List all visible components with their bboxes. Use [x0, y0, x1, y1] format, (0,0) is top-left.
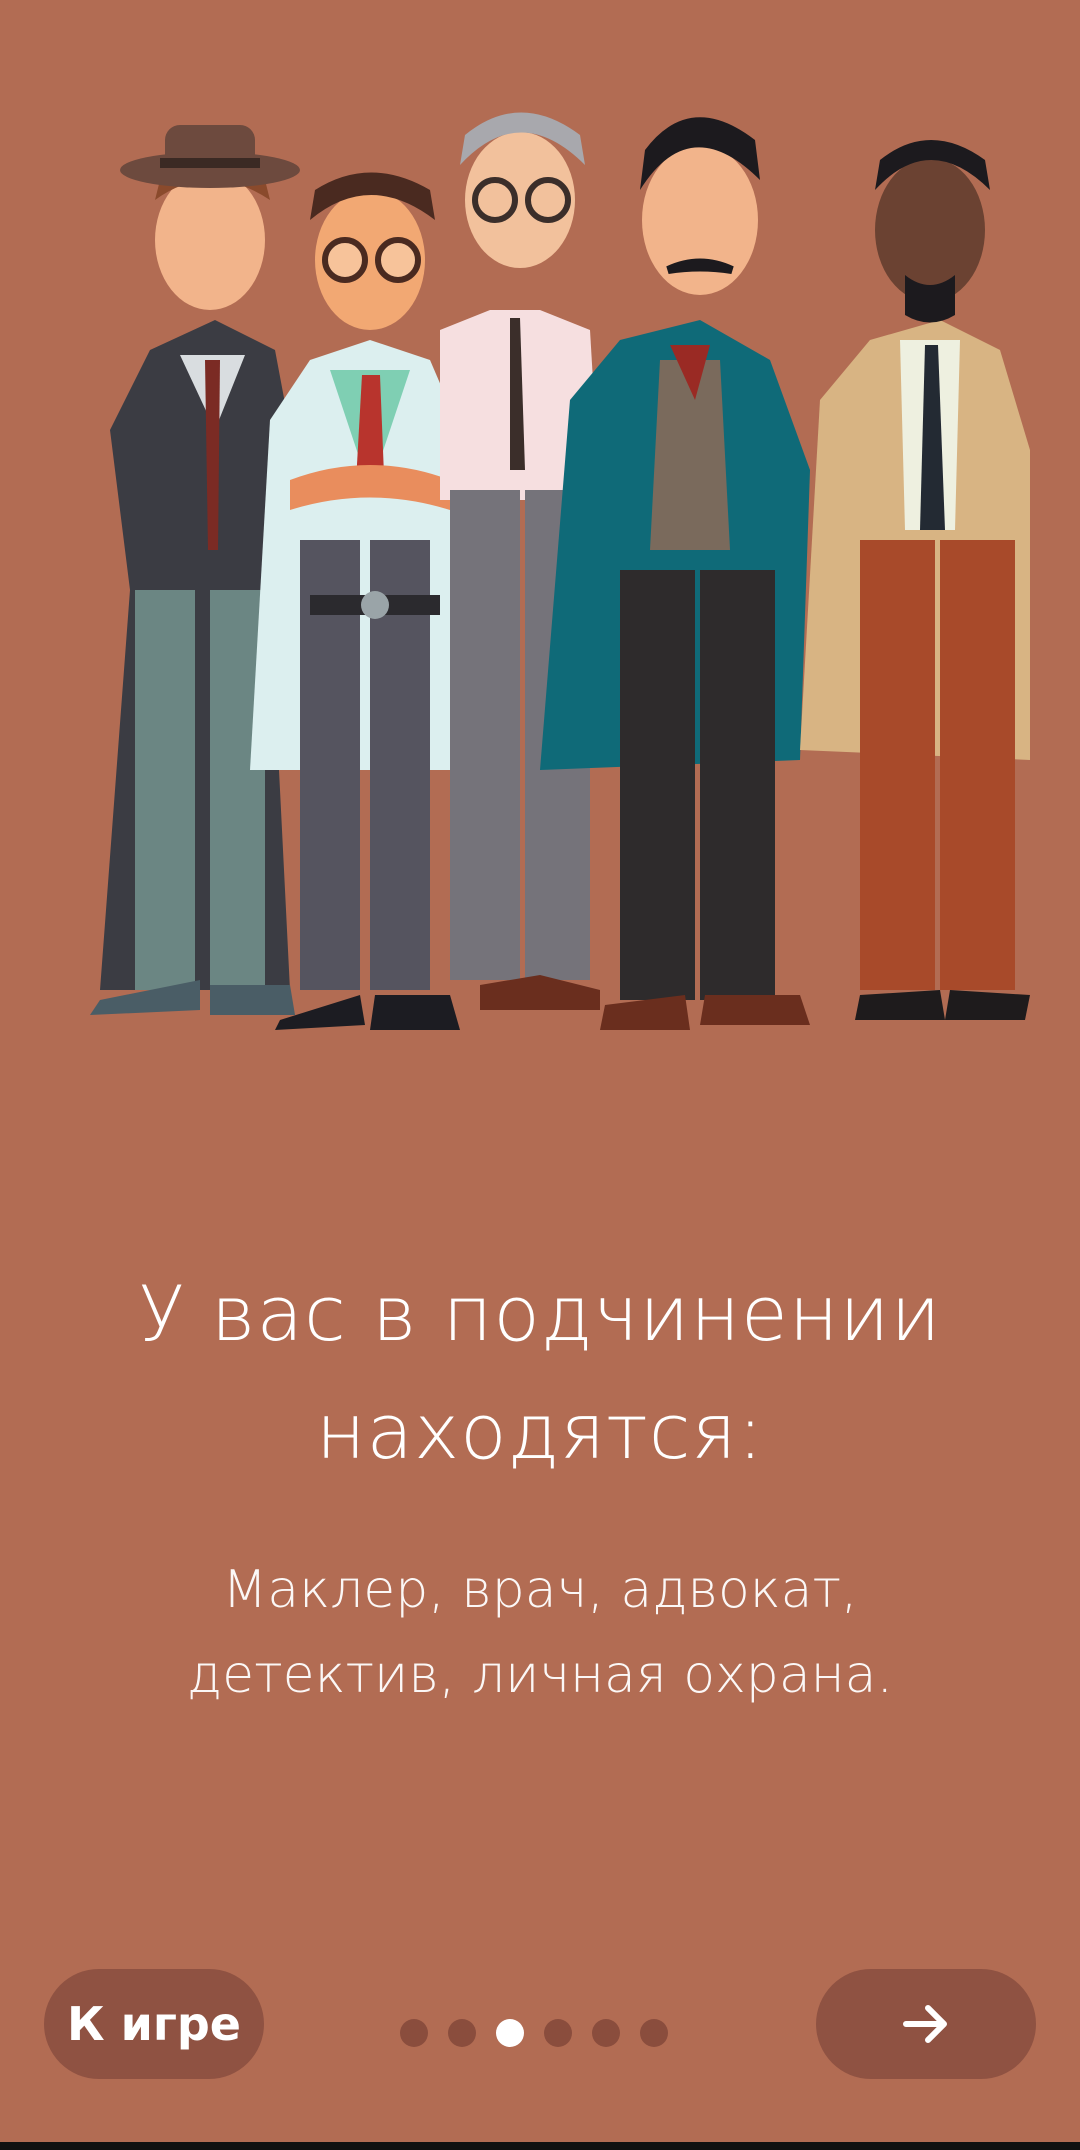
- subtitle-line-2: детектив, личная охрана.: [186, 1645, 894, 1705]
- page-dot-2[interactable]: [448, 2019, 476, 2047]
- title-line-1: У вас в подчинении: [138, 1269, 942, 1358]
- title-line-2: находятся:: [315, 1387, 765, 1476]
- to-game-button[interactable]: К игре: [44, 1969, 264, 2079]
- page-dot-1[interactable]: [400, 2019, 428, 2047]
- page-dot-4[interactable]: [544, 2019, 572, 2047]
- system-bottom-bar: [0, 2142, 1080, 2150]
- page-indicator: [400, 2018, 668, 2048]
- page-dot-6[interactable]: [640, 2019, 668, 2047]
- page-dot-5[interactable]: [592, 2019, 620, 2047]
- characters-illustration: [90, 112, 1030, 1030]
- page-dot-3-active[interactable]: [496, 2019, 524, 2047]
- onboarding-subtitle: Маклер, врач, адвокат, детектив, личная …: [60, 1548, 1020, 1718]
- onboarding-screen: У вас в подчинении находятся: Маклер, вр…: [0, 0, 1080, 2150]
- subtitle-line-1: Маклер, врач, адвокат,: [222, 1560, 858, 1620]
- arrow-right-icon: [903, 2005, 947, 2043]
- next-button[interactable]: [816, 1969, 1036, 2079]
- onboarding-title: У вас в подчинении находятся:: [60, 1255, 1020, 1491]
- bodyguard-character: [800, 140, 1030, 1020]
